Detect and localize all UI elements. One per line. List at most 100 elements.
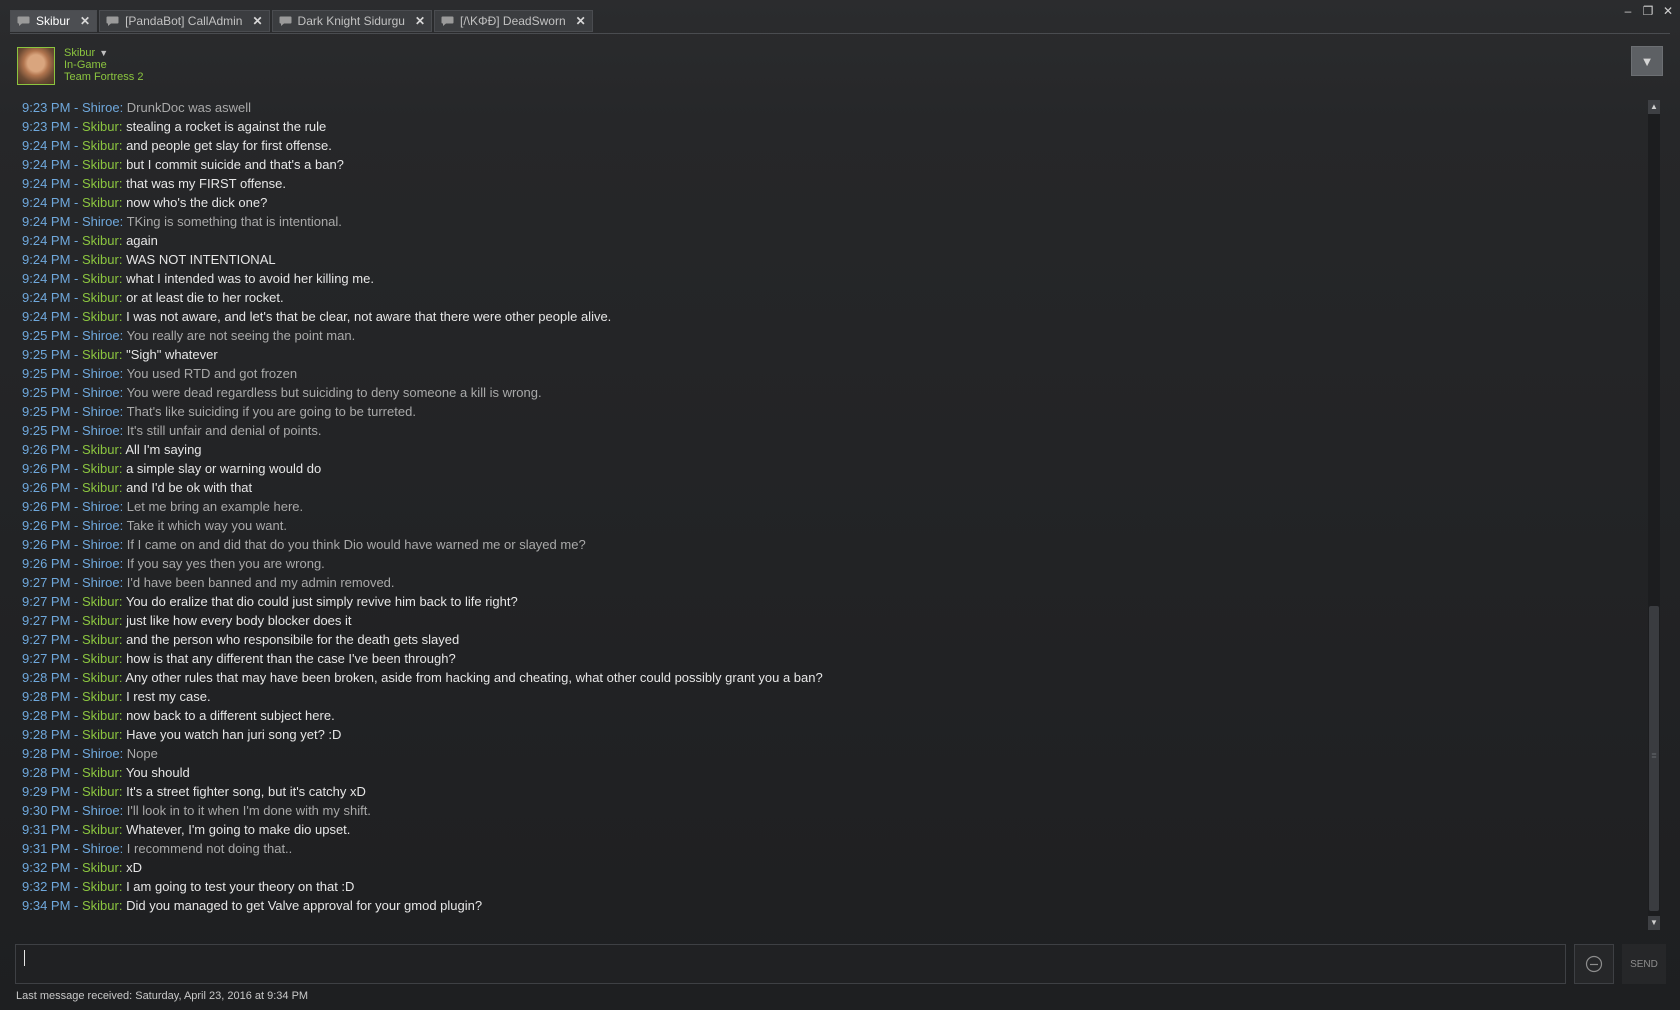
message-sender[interactable]: Skibur xyxy=(82,765,119,780)
message-sender[interactable]: Shiroe xyxy=(82,385,120,400)
message-separator: - xyxy=(70,518,82,533)
message-separator: - xyxy=(70,822,82,837)
message-sender[interactable]: Skibur xyxy=(82,290,119,305)
friend-name-label: Skibur xyxy=(64,47,96,59)
message-text: WAS NOT INTENTIONAL xyxy=(126,252,276,267)
message-sender[interactable]: Skibur xyxy=(82,347,119,362)
scroll-down-icon[interactable]: ▼ xyxy=(1648,916,1660,930)
chat-message: 9:30 PM - Shiroe: I'll look in to it whe… xyxy=(22,801,1632,820)
message-sender[interactable]: Skibur xyxy=(82,879,119,894)
friend-name[interactable]: Skibur ▼ xyxy=(64,47,143,59)
message-timestamp: 9:23 PM xyxy=(22,119,71,134)
close-icon[interactable]: ✕ xyxy=(80,14,90,28)
scroll-up-icon[interactable]: ▲ xyxy=(1648,100,1660,114)
message-sender[interactable]: Skibur xyxy=(82,138,119,153)
message-input[interactable] xyxy=(16,945,1565,983)
message-sender[interactable]: Skibur xyxy=(82,784,119,799)
tab-chat-2[interactable]: Dark Knight Sidurgu ✕ xyxy=(271,10,432,32)
message-sender[interactable]: Skibur xyxy=(82,727,119,742)
message-sender[interactable]: Shiroe xyxy=(82,100,120,115)
message-sender[interactable]: Skibur xyxy=(82,860,119,875)
message-colon: : xyxy=(118,195,127,210)
message-timestamp: 9:24 PM xyxy=(22,271,71,286)
close-icon[interactable]: ✕ xyxy=(252,14,262,28)
scroll-thumb[interactable]: ═ ═ xyxy=(1649,606,1659,911)
message-separator: - xyxy=(70,860,82,875)
message-colon: : xyxy=(119,423,127,438)
tab-chat-0[interactable]: Skibur ✕ xyxy=(10,10,98,32)
restore-button[interactable]: ❐ xyxy=(1642,4,1654,18)
message-sender[interactable]: Skibur xyxy=(82,461,119,476)
message-sender[interactable]: Shiroe xyxy=(82,841,120,856)
message-sender[interactable]: Shiroe xyxy=(82,404,120,419)
message-separator: - xyxy=(70,898,82,913)
message-sender[interactable]: Skibur xyxy=(82,689,119,704)
send-button[interactable]: SEND xyxy=(1622,944,1666,984)
message-sender[interactable]: Skibur xyxy=(82,176,119,191)
message-colon: : xyxy=(118,347,127,362)
message-sender[interactable]: Shiroe xyxy=(82,499,120,514)
message-sender[interactable]: Skibur xyxy=(82,233,119,248)
message-text: If I came on and did that do you think D… xyxy=(126,537,586,552)
message-sender[interactable]: Shiroe xyxy=(82,214,120,229)
message-sender[interactable]: Skibur xyxy=(82,594,119,609)
message-sender[interactable]: Shiroe xyxy=(82,537,120,552)
minimize-button[interactable]: – xyxy=(1622,4,1634,18)
message-sender[interactable]: Shiroe xyxy=(82,556,120,571)
chat-message: 9:26 PM - Skibur: All I'm saying xyxy=(22,440,1632,459)
message-sender[interactable]: Skibur xyxy=(82,651,119,666)
message-timestamp: 9:24 PM xyxy=(22,252,71,267)
message-sender[interactable]: Skibur xyxy=(82,157,119,172)
message-sender[interactable]: Shiroe xyxy=(82,328,120,343)
message-timestamp: 9:24 PM xyxy=(22,233,71,248)
message-separator: - xyxy=(70,157,82,172)
close-window-button[interactable]: ✕ xyxy=(1662,4,1674,18)
message-timestamp: 9:26 PM xyxy=(22,499,71,514)
chevron-down-icon[interactable]: ▼ xyxy=(99,48,108,58)
message-sender[interactable]: Skibur xyxy=(82,670,119,685)
message-colon: : xyxy=(118,727,127,742)
close-icon[interactable]: ✕ xyxy=(415,14,425,28)
message-sender[interactable]: Skibur xyxy=(82,708,119,723)
message-timestamp: 9:27 PM xyxy=(22,575,71,590)
message-sender[interactable]: Shiroe xyxy=(82,366,120,381)
message-sender[interactable]: Shiroe xyxy=(82,746,120,761)
message-timestamp: 9:24 PM xyxy=(22,290,71,305)
tab-chat-1[interactable]: [PandaBot] CallAdmin ✕ xyxy=(99,10,270,32)
message-colon: : xyxy=(118,157,127,172)
chat-message: 9:25 PM - Shiroe: It's still unfair and … xyxy=(22,421,1632,440)
message-sender[interactable]: Skibur xyxy=(82,309,119,324)
message-sender[interactable]: Shiroe xyxy=(82,423,120,438)
message-sender[interactable]: Skibur xyxy=(82,898,119,913)
message-separator: - xyxy=(70,784,82,799)
chat-message: 9:27 PM - Skibur: how is that any differ… xyxy=(22,649,1632,668)
message-sender[interactable]: Skibur xyxy=(82,119,119,134)
message-sender[interactable]: Shiroe xyxy=(82,575,120,590)
message-sender[interactable]: Skibur xyxy=(82,822,119,837)
chat-message: 9:32 PM - Skibur: I am going to test you… xyxy=(22,877,1632,896)
chat-options-button[interactable]: ▼ xyxy=(1631,46,1663,76)
avatar[interactable] xyxy=(17,47,55,85)
chat-message: 9:26 PM - Shiroe: Let me bring an exampl… xyxy=(22,497,1632,516)
message-sender[interactable]: Skibur xyxy=(82,252,119,267)
message-colon: : xyxy=(119,214,127,229)
message-timestamp: 9:26 PM xyxy=(22,518,71,533)
message-timestamp: 9:24 PM xyxy=(22,214,71,229)
message-colon: : xyxy=(118,252,127,267)
message-colon: : xyxy=(119,841,127,856)
message-separator: - xyxy=(70,594,82,609)
close-icon[interactable]: ✕ xyxy=(576,14,586,28)
message-sender[interactable]: Skibur xyxy=(82,480,119,495)
message-sender[interactable]: Skibur xyxy=(82,271,119,286)
message-sender[interactable]: Skibur xyxy=(82,442,119,457)
message-sender[interactable]: Skibur xyxy=(82,195,119,210)
tab-chat-3[interactable]: [/\KΦÐ] DeadSworn ✕ xyxy=(434,10,593,32)
chat-scrollbar[interactable]: ▲ ═ ═ ▼ xyxy=(1648,100,1660,930)
message-text: now back to a different subject here. xyxy=(126,708,335,723)
emoticon-button[interactable] xyxy=(1574,944,1614,984)
message-sender[interactable]: Skibur xyxy=(82,632,119,647)
message-sender[interactable]: Shiroe xyxy=(82,518,120,533)
message-sender[interactable]: Shiroe xyxy=(82,803,120,818)
message-input-box[interactable] xyxy=(15,944,1566,984)
message-sender[interactable]: Skibur xyxy=(82,613,119,628)
